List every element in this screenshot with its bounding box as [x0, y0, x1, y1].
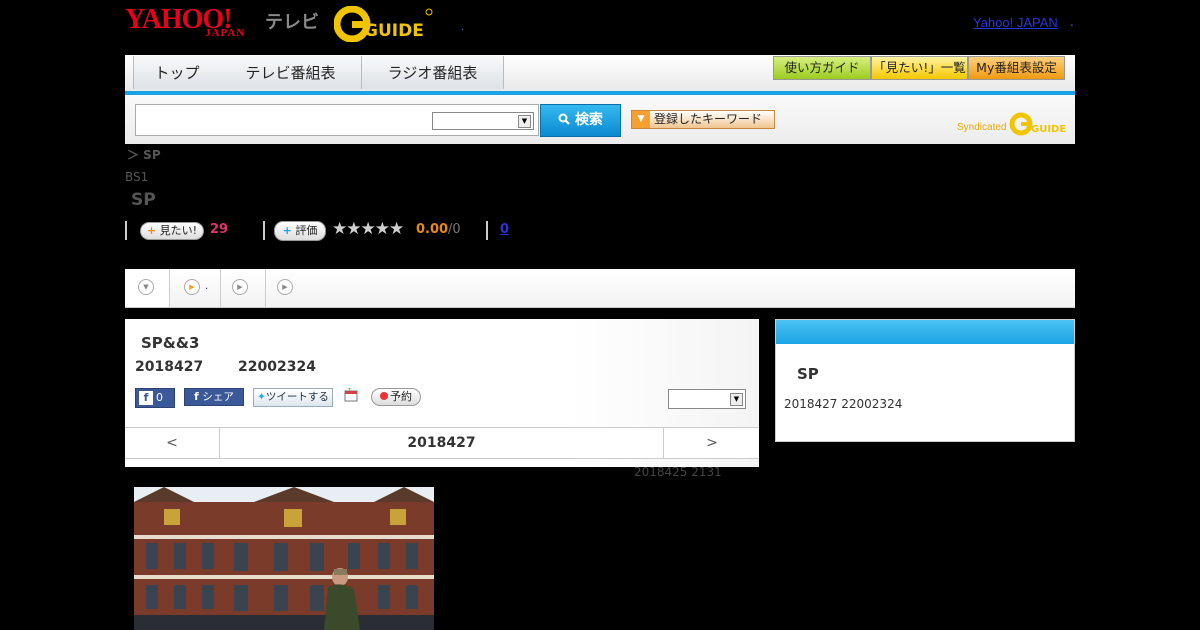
- keyword-button-label: 登録したキーワード: [654, 112, 763, 126]
- episode-select[interactable]: ▼: [668, 389, 746, 409]
- play-icon: ▶: [232, 279, 248, 295]
- tab-2[interactable]: ▶ .: [170, 269, 221, 307]
- nav-tab-tv-schedule[interactable]: テレビ番組表: [220, 56, 362, 89]
- record-reserve-button[interactable]: 予約: [371, 388, 421, 406]
- yahoo-japan-logo[interactable]: YAHOO! JAPAN: [125, 5, 244, 41]
- mitai-button[interactable]: + 見たい!: [140, 222, 204, 240]
- svg-text:GUIDE: GUIDE: [1031, 124, 1066, 135]
- program-title: SP: [131, 190, 156, 210]
- rating-stars: ★★★★★: [332, 219, 404, 239]
- tv-label: テレビ: [265, 12, 319, 33]
- search-button-label: 検索: [574, 112, 603, 128]
- episode-title: SP&&3: [141, 334, 200, 352]
- breadcrumb[interactable]: ＞ SP: [127, 146, 161, 163]
- tab-3[interactable]: ▶: [221, 269, 266, 307]
- gguide-logo[interactable]: GUIDE: [334, 6, 434, 42]
- review-count-link[interactable]: 0: [500, 222, 509, 237]
- guide-button[interactable]: 使い方ガイド: [773, 56, 871, 80]
- side-panel-header: [776, 320, 1074, 344]
- station-name: BS1: [125, 170, 149, 184]
- divider: [125, 221, 127, 240]
- mitai-label: 見たい!: [159, 224, 198, 237]
- next-date-button[interactable]: >: [663, 428, 760, 458]
- japan-logo-text: JAPAN: [205, 27, 246, 39]
- current-date: 2018427: [407, 435, 476, 451]
- chevron-down-icon: ▼: [730, 393, 743, 406]
- rating-score: 0.00: [416, 222, 449, 237]
- tweet-button[interactable]: ✦ツイートする: [253, 388, 333, 407]
- nav-tab-top[interactable]: トップ: [133, 56, 221, 89]
- divider: [486, 221, 488, 240]
- facebook-icon: f: [139, 391, 153, 405]
- prev-date-button[interactable]: <: [125, 428, 220, 458]
- updated-timestamp: 2018425 2131: [634, 465, 722, 479]
- play-icon: ▶: [184, 279, 200, 295]
- divider: [263, 221, 265, 240]
- my-schedule-settings-button[interactable]: My番組表設定: [968, 56, 1065, 80]
- global-nav: トップ テレビ番組表 ラジオ番組表 使い方ガイド 「見たい!」一覧 My番組表設…: [125, 55, 1075, 95]
- program-photo: [134, 487, 434, 630]
- rate-button[interactable]: + 評価: [274, 221, 326, 241]
- search-bar: ▼ 検索 ▼ 登録したキーワード Syndicated GUIDE: [125, 95, 1075, 144]
- reserve-label: 予約: [390, 390, 412, 403]
- syndicated-label: Syndicated: [957, 122, 1007, 133]
- search-button[interactable]: 検索: [540, 104, 621, 137]
- side-panel: SP 2018427 22002324: [775, 319, 1075, 442]
- episode-panel: SP&&3 2018427 22002324 f0 f シェア ✦ツイートする …: [125, 319, 759, 467]
- rating-score-max: /0: [448, 222, 461, 237]
- header-dot: .: [461, 22, 465, 33]
- svg-text:+: +: [347, 388, 352, 393]
- mitai-count: 29: [210, 222, 229, 237]
- gguide-small-logo: GUIDE: [1009, 112, 1067, 136]
- episode-time: 22002324: [238, 359, 316, 375]
- date-navigation: < 2018427 >: [125, 427, 759, 459]
- side-panel-title: SP: [797, 365, 819, 383]
- tab-2-label: .: [205, 281, 209, 292]
- facebook-share-label: シェア: [202, 391, 234, 403]
- gguide-text: GUIDE: [364, 21, 424, 41]
- episode-date: 2018427: [135, 359, 204, 375]
- header-dot-2: .: [1070, 15, 1074, 29]
- plus-icon: +: [146, 224, 157, 237]
- plus-icon: +: [282, 224, 292, 237]
- tweet-label: ツイートする: [265, 391, 329, 403]
- chevron-down-icon: ▼: [518, 115, 531, 128]
- content-tabs: ▼ ▶ . ▶ ▶: [125, 269, 1075, 308]
- dropdown-triangle-icon: ▼: [632, 111, 650, 128]
- mitai-list-button[interactable]: 「見たい!」一覧: [871, 56, 968, 80]
- nav-tab-radio-schedule[interactable]: ラジオ番組表: [362, 56, 504, 89]
- side-panel-subtitle: 2018427 22002324: [784, 397, 903, 411]
- chevron-down-icon: ▼: [138, 279, 154, 295]
- search-category-select[interactable]: ▼: [432, 112, 534, 130]
- play-icon: ▶: [277, 279, 293, 295]
- facebook-like-button[interactable]: f0: [135, 388, 175, 408]
- rate-label: 評価: [295, 224, 318, 237]
- facebook-share-button[interactable]: f シェア: [184, 388, 244, 406]
- syndicated-gguide-badge: Syndicated GUIDE: [957, 112, 1067, 136]
- yahoo-japan-link[interactable]: Yahoo! JAPAN: [973, 15, 1058, 30]
- record-dot-icon: [380, 392, 388, 400]
- registered-keywords-button[interactable]: ▼ 登録したキーワード: [631, 110, 775, 129]
- search-icon: [558, 113, 570, 125]
- tab-1[interactable]: ▼: [125, 269, 170, 307]
- facebook-like-count: 0: [156, 391, 163, 404]
- twitter-bird-icon: ✦: [257, 391, 266, 403]
- tab-4[interactable]: ▶: [266, 269, 306, 307]
- calendar-add-icon[interactable]: +: [344, 388, 358, 402]
